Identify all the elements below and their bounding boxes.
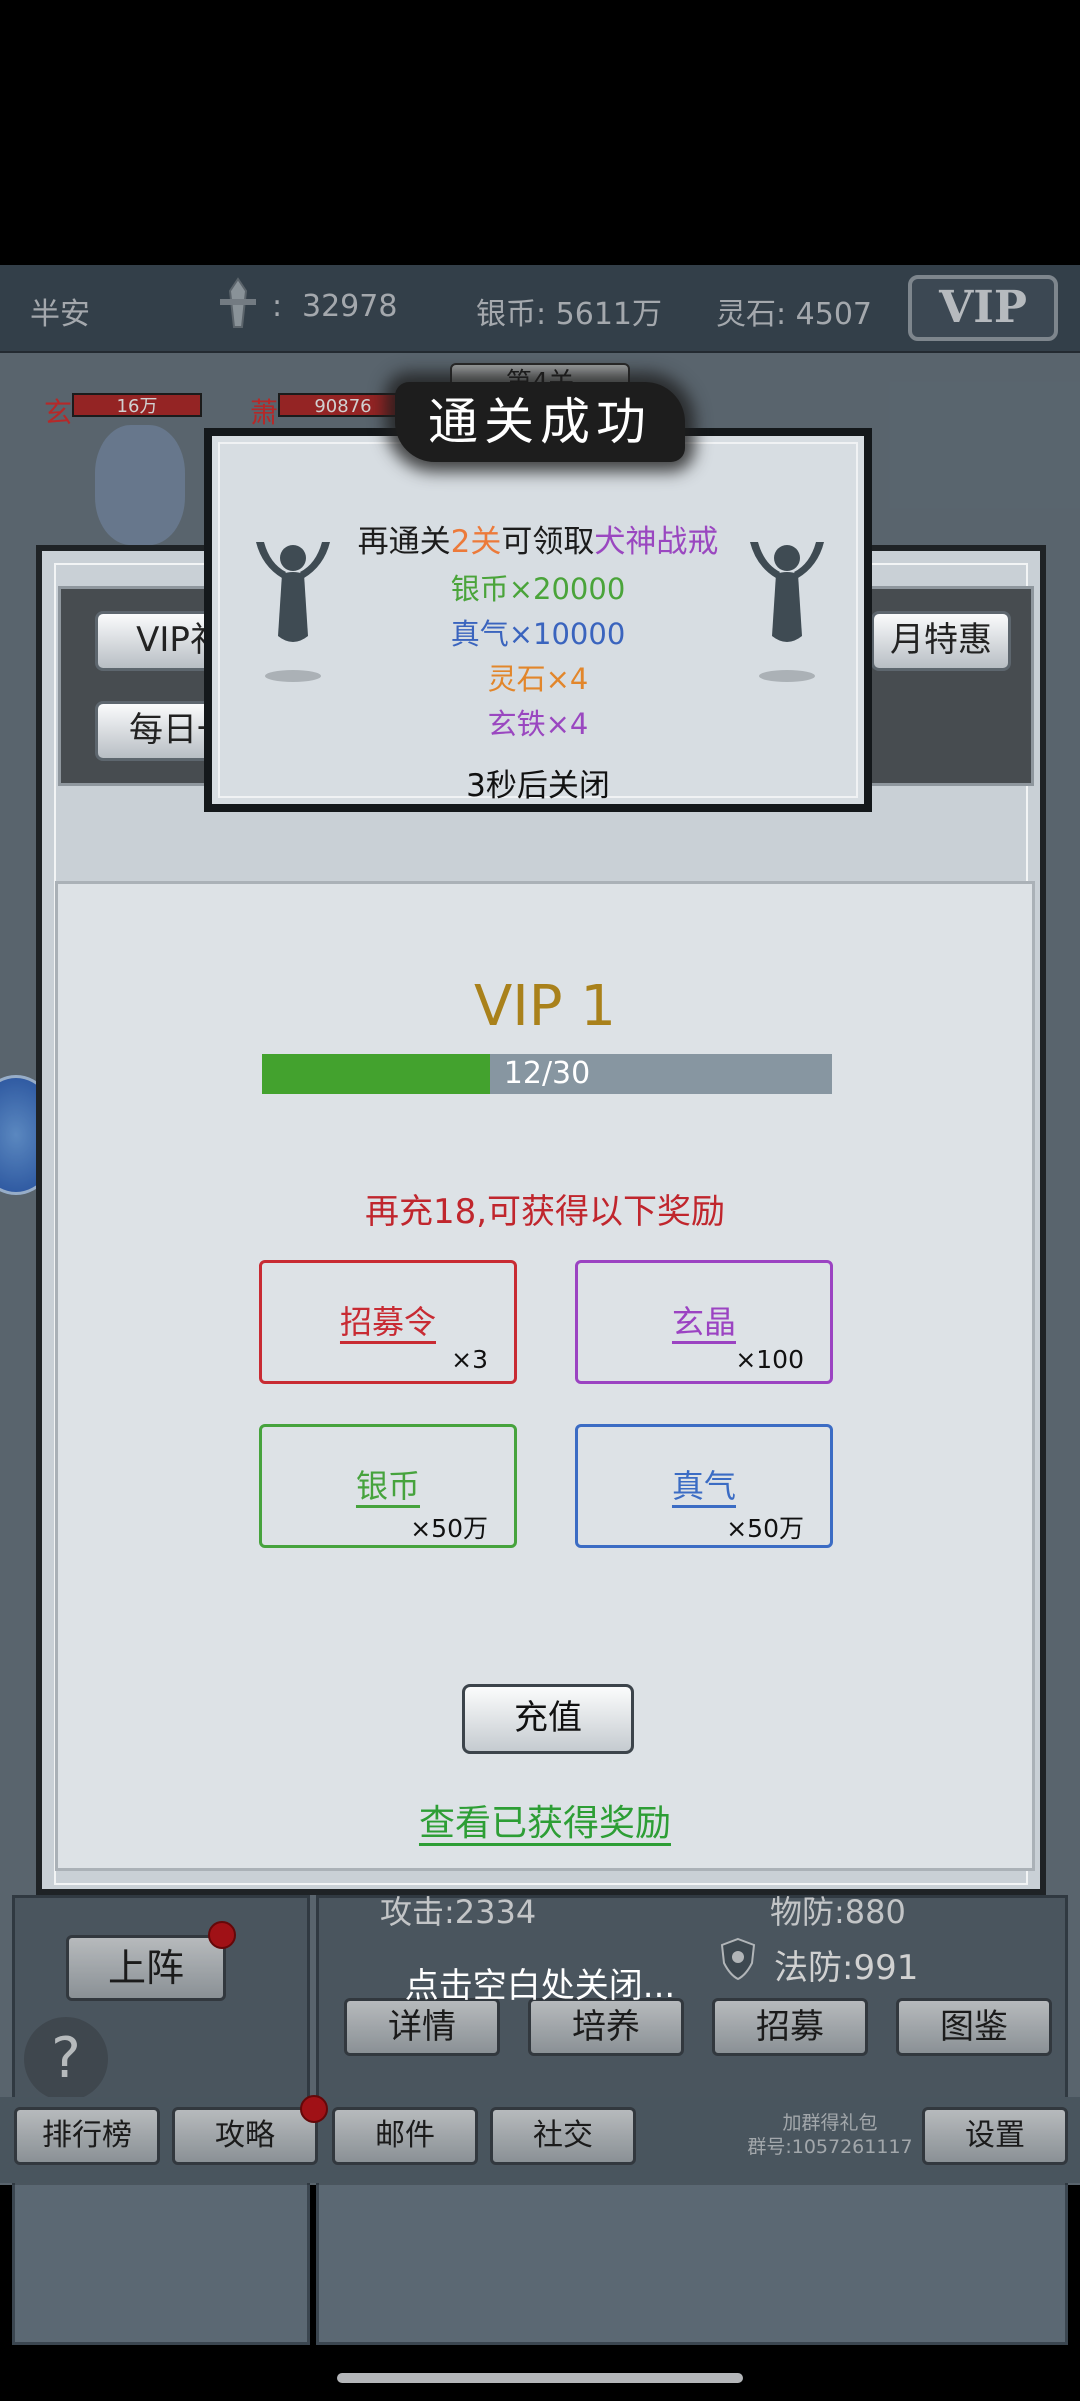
home-indicator[interactable]: [337, 2373, 743, 2383]
goal-count: 2关: [450, 524, 502, 560]
goal-prefix: 再通关: [357, 524, 451, 560]
vip-content: VIP 1 12/30 再充18,可获得以下奖励 招募令 ×3 玄晶 ×100 …: [55, 881, 1035, 1871]
close-countdown: 3秒后关闭: [466, 768, 610, 804]
reward-name: 真气: [671, 1467, 736, 1505]
reward-qty: ×100: [735, 1345, 804, 1374]
reward-recruit-token[interactable]: 招募令 ×3: [259, 1260, 517, 1384]
reward-qty: ×50万: [410, 1514, 488, 1543]
tap-to-close-hint: 点击空白处关闭...: [404, 1966, 676, 2006]
stage-clear-banner: 通关成功: [395, 382, 685, 462]
reward-qty: ×3: [451, 1345, 488, 1374]
goal-mid: 可领取: [501, 524, 595, 560]
reward-name: 招募令: [339, 1303, 436, 1341]
cheering-figure-left-icon: [248, 536, 338, 686]
cheering-figure-right-icon: [742, 536, 832, 686]
recharge-promo: 再充18,可获得以下奖励: [364, 1192, 726, 1232]
vip-progress-text: 12/30: [503, 1056, 591, 1091]
reward-name: 银币: [355, 1467, 420, 1505]
reward-name: 玄晶: [671, 1303, 736, 1341]
tab-monthly-deal[interactable]: 月特惠: [871, 611, 1011, 671]
view-rewards-link[interactable]: 查看已获得奖励: [58, 1794, 1032, 1846]
vip-level-title: VIP 1: [473, 974, 617, 1039]
goal-item: 犬神战戒: [594, 524, 719, 560]
reward-qty: ×50万: [726, 1514, 804, 1543]
vip-progress-bar: 12/30: [262, 1054, 832, 1094]
stage-clear-popup: 再通关2关可领取犬神战戒 银币×20000 真气×10000 灵石×4 玄铁×4…: [204, 428, 872, 812]
reward-silver[interactable]: 银币 ×50万: [259, 1424, 517, 1548]
recharge-button[interactable]: 充值: [462, 1684, 634, 1754]
reward-xuanjing[interactable]: 玄晶 ×100: [575, 1260, 833, 1384]
reward-zhenqi[interactable]: 真气 ×50万: [575, 1424, 833, 1548]
clear-reward-xuantie: 玄铁×4: [487, 707, 589, 741]
